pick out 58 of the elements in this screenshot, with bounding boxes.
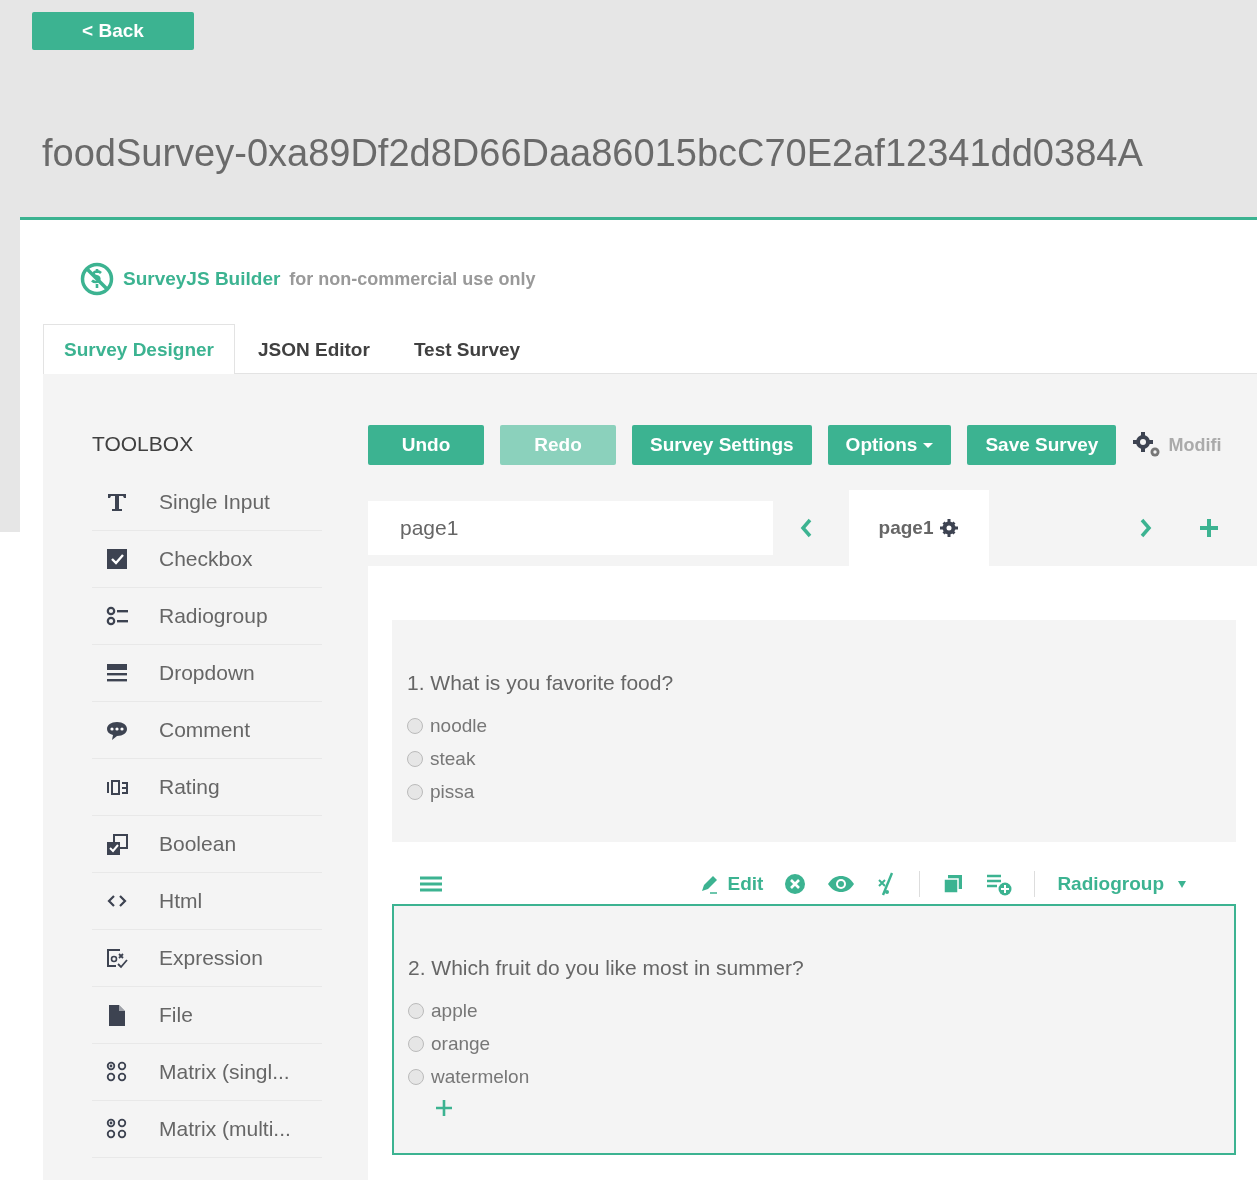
choice-label: orange (431, 1032, 491, 1055)
plus-icon[interactable] (1199, 518, 1219, 538)
matrix-icon (106, 1061, 128, 1083)
toolbox-item[interactable]: Dropdown (92, 645, 322, 702)
toolbox-item[interactable]: Matrix (multi... (92, 1101, 322, 1158)
chevron-right-icon[interactable] (1139, 518, 1153, 538)
boolean-icon (106, 833, 128, 855)
status-text: Modifi (1168, 434, 1222, 456)
plus-icon[interactable] (435, 1099, 453, 1117)
list-icon (106, 605, 128, 627)
toolbox-title: TOOLBOX (92, 432, 195, 456)
license-note: for non-commercial use only (289, 268, 536, 290)
toolbox-item[interactable]: Comment (92, 702, 322, 759)
menu-icon[interactable] (419, 874, 443, 894)
matrix-icon (106, 1118, 128, 1140)
checkbox-icon (106, 548, 128, 570)
toolbox-item[interactable]: File (92, 987, 322, 1044)
radio-button[interactable] (407, 717, 423, 734)
gear-icon (939, 518, 960, 538)
radio-button[interactable] (408, 1002, 424, 1019)
choice-label: watermelon (431, 1065, 530, 1088)
close-icon[interactable] (785, 874, 806, 894)
copy-icon[interactable] (942, 873, 965, 895)
text-icon (106, 491, 128, 513)
dropdown-icon (106, 662, 128, 684)
eye-icon[interactable] (827, 875, 856, 893)
add-to-list-icon[interactable] (986, 872, 1013, 896)
radio-button[interactable] (407, 750, 423, 767)
toolbox-item[interactable]: Boolean (92, 816, 322, 873)
toolbox-item[interactable]: Radiogroup (92, 588, 322, 645)
choice-label: steak (430, 747, 476, 770)
page-name-field[interactable]: page1 (368, 501, 773, 555)
page-tab[interactable]: page1 (849, 490, 989, 566)
file-icon (106, 1004, 128, 1026)
question-title: 1. What is you favorite food? (407, 671, 675, 695)
no-dollar-icon (80, 262, 114, 296)
tab[interactable]: Test Survey (392, 324, 542, 374)
toolbox-item[interactable]: Single Input (92, 474, 322, 531)
radio-button[interactable] (408, 1068, 424, 1085)
question-panel[interactable]: 1. What is you favorite food? noodle steak pissa (392, 620, 1236, 842)
radio-button[interactable] (407, 783, 423, 800)
tab[interactable]: JSON Editor (236, 324, 391, 374)
speech-bubble-icon (106, 719, 128, 741)
brand-name: SurveyJS Builder (123, 268, 281, 290)
choice-label: pissa (430, 780, 475, 803)
toolbox-item[interactable]: Checkbox (92, 531, 322, 588)
choice-label: apple (431, 999, 478, 1022)
question-title: 2. Which fruit do you like most in summer? (408, 956, 805, 980)
page-title: foodSurvey-0xa89Df2d8D66Daa86015bcC70E2af12341dd0384A (42, 131, 1144, 176)
choice-label: noodle (430, 714, 488, 737)
chevron-left-icon[interactable] (799, 518, 813, 538)
toolbox-item[interactable]: Matrix (singl... (92, 1044, 322, 1101)
question-panel[interactable]: 2. Which fruit do you like most in summer? apple orange watermelon (392, 904, 1236, 1155)
expression-icon (106, 947, 128, 969)
toolbox-item[interactable]: Expression (92, 930, 322, 987)
toolbox-item[interactable]: Rating (92, 759, 322, 816)
toolbox-item[interactable]: Html (92, 873, 322, 930)
radio-button[interactable] (408, 1035, 424, 1052)
